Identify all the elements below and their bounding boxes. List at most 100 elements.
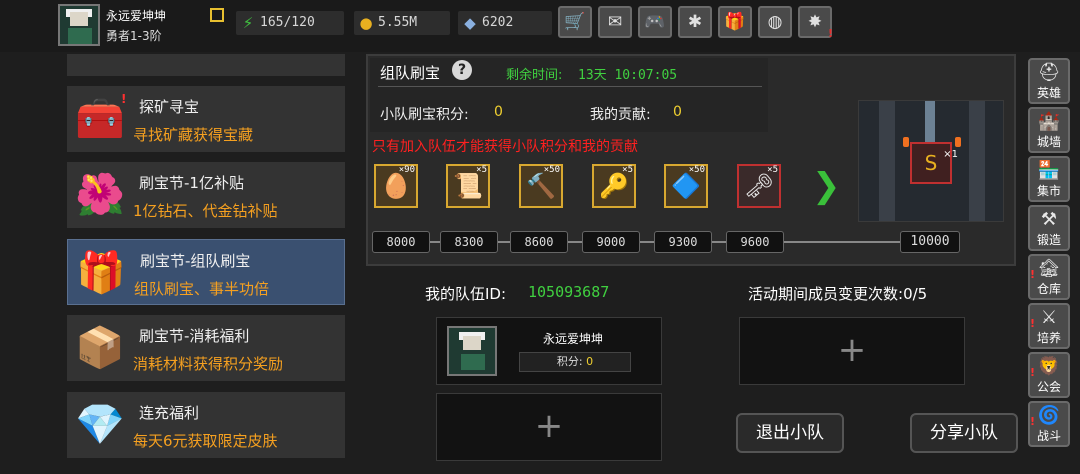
member-changes-label: 活动期间成员变更次数:0/5 [748, 285, 928, 303]
reward-qty: ×5 [622, 165, 633, 175]
prize-qty: ×1 [943, 149, 958, 160]
event-consume[interactable]: 📦 刷宝节-消耗福利 消耗材料获得积分奖励 [67, 315, 345, 381]
help-icon[interactable]: ? [452, 60, 472, 80]
my-contribution-label: 我的贡献: [590, 107, 651, 123]
energy-resource[interactable]: ⚡ 165/120 [236, 11, 344, 35]
event-subtitle: 组队刷宝、事半功倍 [134, 280, 270, 298]
sidebar-guild[interactable]: 🦁! 公会 [1028, 352, 1070, 398]
market-icon: 🏪 [1037, 160, 1061, 181]
crystal-icon: 💎 [75, 402, 125, 448]
color-wheel-button[interactable]: ◍ [758, 6, 792, 38]
sidebar-hero[interactable]: ⛑ 英雄 [1028, 58, 1070, 104]
gem-resource[interactable]: ◆ 6202 [458, 11, 552, 35]
scroll-icon: 📜 [453, 172, 483, 200]
milestone-label-final: 10000 [900, 231, 960, 253]
event-title: 探矿寻宝 [139, 98, 200, 116]
shop-icon: 🛒 [564, 12, 586, 32]
event-team[interactable]: 🎁 刷宝节-组队刷宝 组队刷宝、事半功倍 [67, 239, 345, 305]
notification-badge: ! [827, 27, 833, 40]
gift-button[interactable]: 🎁 [718, 6, 752, 38]
gamepad-button[interactable]: 🎮 [638, 6, 672, 38]
keys-icon: 🗝 [743, 172, 775, 200]
reward-qty: ×5 [476, 165, 487, 175]
red-flower-icon: 🌺 [75, 172, 125, 218]
team-id-label: 我的队伍ID: [425, 285, 507, 303]
settings-button[interactable]: ✱ [678, 6, 712, 38]
sidebar-label: 英雄 [1036, 86, 1061, 100]
reward-qty: ×5 [767, 165, 778, 175]
my-contribution-value: 0 [673, 104, 682, 120]
leave-team-button[interactable]: 退出小队 [736, 413, 844, 453]
helmet-icon: ⛑ [1037, 62, 1061, 83]
fireworks-button[interactable]: ✸! [798, 6, 833, 40]
sidebar-label: 锻造 [1036, 233, 1061, 247]
reward-slot[interactable]: 🗝 ×5 [737, 164, 781, 208]
gold-value: 5.55M [378, 15, 418, 30]
sidebar-battle[interactable]: 🌀! 战斗 [1028, 401, 1070, 447]
share-team-button[interactable]: 分享小队 [910, 413, 1018, 453]
hammer-icon: 🔨 [526, 172, 556, 200]
team-member-card[interactable]: 永远爱坤坤 积分: 0 [436, 317, 662, 385]
milestone-label: 8300 [440, 231, 498, 253]
team-id-value: 105093687 [528, 283, 610, 301]
event-subtitle: 寻找矿藏获得宝藏 [133, 126, 254, 144]
empty-member-slot[interactable]: + [739, 317, 965, 385]
event-mining[interactable]: 🧰 ! 探矿寻宝 寻找矿藏获得宝藏 [67, 86, 345, 152]
energy-value: 165/120 [260, 15, 315, 30]
player-rank: 勇者1-3阶 [106, 29, 162, 43]
notification-badge: ! [1030, 317, 1036, 330]
reward-slot[interactable]: 🔨 ×50 [519, 164, 563, 208]
event-subtitle: 每天6元获取限定皮肤 [133, 432, 278, 450]
empty-member-slot[interactable]: + [436, 393, 662, 461]
event-title: 刷宝节-消耗福利 [139, 327, 250, 345]
member-name: 永远爱坤坤 [543, 332, 604, 346]
guild-icon: 🦁 [1037, 356, 1061, 377]
milestone-label: 8600 [510, 231, 568, 253]
sidebar-label: 培养 [1036, 331, 1061, 345]
figure-prize-icon: S [924, 151, 938, 175]
gem-icon: ◆ [464, 14, 476, 32]
notification-badge: ! [1030, 366, 1036, 379]
member-avatar [447, 326, 497, 376]
sidebar-wall[interactable]: 🏰 城墙 [1028, 107, 1070, 153]
red-chest-icon: 🎁 [76, 250, 126, 296]
reward-slot[interactable]: 🔷 ×50 [664, 164, 708, 208]
member-changes-value: 0/5 [903, 285, 928, 303]
wall-icon: 🏰 [1037, 111, 1061, 132]
settings-icon: ✱ [687, 12, 703, 32]
shop-button[interactable]: 🛒 [558, 6, 592, 38]
milestone-label: 9600 [726, 231, 784, 253]
team-score-value: 0 [494, 104, 503, 120]
key-icon: 🔑 [599, 172, 629, 200]
reward-slot[interactable]: 🔑 ×5 [592, 164, 636, 208]
sidebar-market[interactable]: 🏪 集市 [1028, 156, 1070, 202]
edit-icon[interactable] [210, 8, 224, 22]
player-avatar[interactable] [58, 4, 100, 46]
reward-slot[interactable]: 🥚 ×90 [374, 164, 418, 208]
event-title: 连充福利 [139, 404, 200, 422]
sidebar-forge[interactable]: ⚒ 锻造 [1028, 205, 1070, 251]
reward-slot[interactable]: 📜 ×5 [446, 164, 490, 208]
sidebar-label: 城墙 [1036, 135, 1061, 149]
mail-button[interactable]: ✉ [598, 6, 632, 38]
team-score-label: 小队刷宝积分: [380, 107, 469, 123]
gem-value: 6202 [482, 15, 514, 30]
panel-title: 组队刷宝 [380, 64, 441, 82]
sidebar-train[interactable]: ⚔! 培养 [1028, 303, 1070, 349]
anvil-icon: ⚒ [1040, 209, 1058, 230]
reward-qty: ×50 [688, 165, 705, 175]
milestone-label: 9300 [654, 231, 712, 253]
event-subsidy[interactable]: 🌺 刷宝节-1亿补贴 1亿钻石、代金钻补贴 [67, 162, 345, 228]
event-recharge[interactable]: 💎 连充福利 每天6元获取限定皮肤 [67, 392, 345, 458]
gamepad-icon: 🎮 [644, 12, 666, 32]
blue-ore-icon: 🔷 [671, 172, 701, 200]
event-title: 刷宝节-1亿补贴 [139, 174, 244, 192]
milestone-label: 9000 [582, 231, 640, 253]
grand-prize-slot[interactable]: S ×1 [910, 142, 958, 184]
event-partial-top[interactable] [67, 54, 345, 76]
gold-resource[interactable]: ● 5.55M [354, 11, 450, 35]
next-arrow-icon[interactable]: ❯ [812, 166, 841, 206]
train-icon: ⚔ [1040, 307, 1058, 328]
color-wheel-icon: ◍ [767, 12, 783, 32]
sidebar-warehouse[interactable]: 🏚! 仓库 [1028, 254, 1070, 300]
